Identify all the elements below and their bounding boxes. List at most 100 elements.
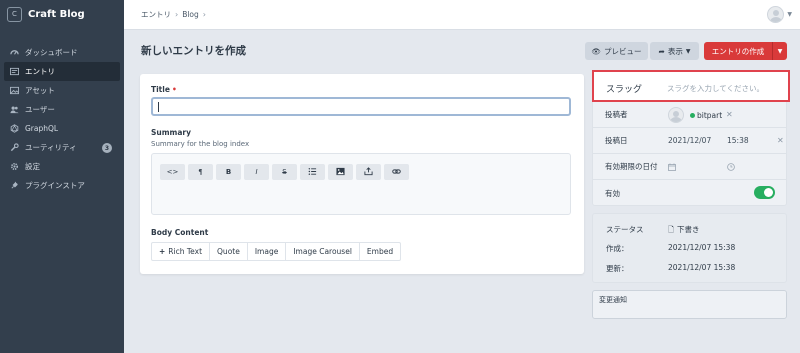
revision-notes-input[interactable]: 変更通知	[592, 290, 787, 319]
users-icon	[9, 105, 19, 115]
post-date-label: 投稿日	[605, 136, 628, 145]
upload-icon	[364, 166, 373, 178]
bold-button[interactable]: B	[216, 164, 241, 180]
summary-instructions: Summary for the blog index	[151, 140, 250, 148]
slug-input[interactable]: スラグを入力してください。	[667, 83, 764, 94]
breadcrumb-separator: ›	[202, 10, 206, 19]
bold-label: B	[225, 168, 232, 176]
slug-field[interactable]: スラッグ スラグを入力してください。	[592, 70, 790, 102]
breadcrumb-blog[interactable]: Blog	[182, 10, 199, 19]
status-label: ステータス	[606, 225, 644, 234]
sidebar-item-users[interactable]: ユーザー	[0, 100, 124, 119]
add-quote-button[interactable]: Quote	[210, 242, 248, 261]
add-rich-text-button[interactable]: + Rich Text	[151, 242, 211, 261]
slug-label: スラッグ	[606, 85, 643, 95]
sidebar: C Craft Blog ダッシュボード エントリ アセット ユーザー Grap…	[0, 0, 124, 353]
create-entry-button[interactable]: エントリの作成	[704, 42, 772, 60]
upload-button[interactable]	[356, 164, 381, 180]
expiry-date-label: 有効期限の日付	[605, 162, 658, 171]
expiry-date-row: 有効期限の日付	[593, 154, 786, 180]
sidebar-item-label: ダッシュボード	[25, 48, 78, 57]
add-embed-button[interactable]: Embed	[359, 242, 402, 261]
page-title: 新しいエントリを作成	[141, 45, 246, 57]
brand[interactable]: C Craft Blog	[0, 0, 124, 28]
add-image-button[interactable]: Image	[247, 242, 287, 261]
sidebar-item-utilities[interactable]: ユーティリティ 3	[0, 138, 124, 157]
plus-icon: +	[159, 247, 166, 256]
italic-label: I	[255, 168, 258, 176]
clear-date-icon[interactable]: ✕	[777, 136, 784, 145]
author-row: 投稿者 bitpart ✕	[593, 102, 786, 128]
sidebar-item-assets[interactable]: アセット	[0, 81, 124, 100]
remove-author-icon[interactable]: ✕	[726, 110, 733, 119]
avatar	[767, 6, 785, 23]
site-name: Craft Blog	[28, 8, 85, 20]
list-button[interactable]	[300, 164, 325, 180]
utilities-count-badge: 3	[102, 143, 112, 153]
title-field-label: Title •	[151, 85, 177, 94]
topbar: エントリ › Blog › ▼	[124, 0, 800, 30]
image-icon	[9, 86, 19, 96]
enabled-label: 有効	[605, 188, 620, 198]
sidebar-item-label: ユーティリティ	[25, 143, 77, 152]
breadcrumb-entries[interactable]: エントリ	[141, 9, 171, 20]
add-image-carousel-button[interactable]: Image Carousel	[286, 242, 360, 261]
strikethrough-button[interactable]: S	[272, 164, 297, 180]
link-button[interactable]	[384, 164, 409, 180]
clock-icon[interactable]	[727, 163, 735, 171]
post-date-input[interactable]: 2021/12/07	[668, 136, 711, 145]
italic-button[interactable]: I	[244, 164, 269, 180]
account-menu[interactable]: ▼	[767, 6, 792, 23]
rich-text-label: Rich Text	[168, 247, 203, 256]
preview-button-label: プレビュー	[604, 46, 642, 56]
graphql-icon	[9, 124, 19, 134]
plug-icon	[9, 181, 19, 191]
title-input[interactable]	[151, 97, 571, 116]
view-button[interactable]: ➦ 表示 ▼	[650, 42, 699, 60]
wrench-icon	[9, 143, 19, 153]
updated-value: 2021/12/07 15:38	[668, 263, 736, 272]
main-nav: ダッシュボード エントリ アセット ユーザー GraphQL ユーティリティ 3…	[0, 43, 124, 195]
post-time-input[interactable]: 15:38	[727, 136, 749, 145]
sidebar-item-label: アセット	[25, 86, 55, 95]
entry-status-panel: ステータス 🗋 下書き 作成： 2021/12/07 15:38 更新： 2021…	[592, 213, 787, 283]
created-label: 作成：	[606, 244, 629, 253]
body-content-label: Body Content	[151, 228, 209, 237]
sidebar-item-label: プラグインストア	[25, 181, 85, 190]
code-button[interactable]: <>	[160, 164, 185, 180]
status-value: 🗋 下書き	[668, 224, 700, 237]
sidebar-item-label: GraphQL	[25, 124, 59, 133]
updated-label: 更新：	[606, 264, 629, 273]
post-date-row: 投稿日 2021/12/07 15:38 ✕	[593, 128, 786, 154]
editor-toolbar: <> ¶ B I S	[160, 164, 409, 180]
author-avatar	[668, 107, 684, 123]
required-indicator: •	[171, 85, 177, 94]
gear-icon	[9, 162, 19, 172]
entry-form-card: Title • Summary Summary for the blog inde…	[140, 74, 584, 274]
text-cursor	[158, 102, 159, 112]
summary-field-label: Summary	[151, 128, 192, 137]
create-entry-menu-button[interactable]: ▼	[772, 42, 787, 60]
eye-icon: 👁	[591, 46, 602, 56]
insert-image-button[interactable]	[328, 164, 353, 180]
create-entry-label: エントリの作成	[711, 46, 765, 56]
sidebar-item-plugin-store[interactable]: プラグインストア	[0, 176, 124, 195]
sidebar-item-entries[interactable]: エントリ	[4, 62, 120, 81]
title-label-text: Title	[151, 85, 170, 94]
view-button-label: 表示	[667, 46, 683, 56]
matrix-block-buttons: + Rich Text Quote Image Image Carousel Em…	[151, 242, 402, 261]
enabled-row: 有効	[593, 180, 786, 206]
entry-meta-panel: スラッグ スラグを入力してください。 投稿者 bitpart ✕ 投稿日 202…	[592, 70, 790, 206]
sidebar-item-graphql[interactable]: GraphQL	[0, 119, 124, 138]
chevron-down-icon: ▼	[685, 47, 691, 55]
enabled-toggle[interactable]	[754, 186, 775, 199]
calendar-icon[interactable]	[668, 163, 676, 171]
summary-editor[interactable]: <> ¶ B I S	[151, 153, 571, 215]
preview-button[interactable]: 👁 プレビュー	[585, 42, 648, 60]
paragraph-button[interactable]: ¶	[188, 164, 213, 180]
share-icon: ➦	[658, 46, 665, 56]
image-icon	[336, 167, 345, 178]
sidebar-item-settings[interactable]: 設定	[0, 157, 124, 176]
sidebar-item-dashboard[interactable]: ダッシュボード	[0, 43, 124, 62]
author-name[interactable]: bitpart	[697, 111, 722, 120]
